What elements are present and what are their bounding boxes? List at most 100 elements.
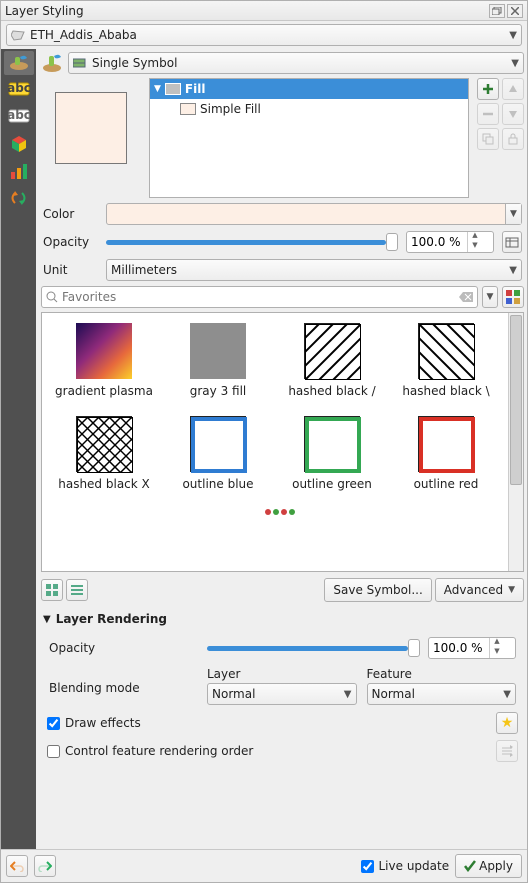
feature-blend-label: Feature: [367, 667, 517, 681]
layer-selector[interactable]: ETH_Addis_Ababa ▼: [6, 24, 522, 46]
save-symbol-button[interactable]: Save Symbol...: [324, 578, 431, 602]
tab-history[interactable]: [4, 186, 34, 210]
unit-selector[interactable]: Millimeters ▼: [106, 259, 522, 281]
icon-view-button[interactable]: [41, 579, 63, 601]
render-opacity-slider[interactable]: [207, 638, 420, 658]
remove-symbol-layer-button[interactable]: [477, 103, 499, 125]
style-item[interactable]: outline green: [282, 416, 382, 491]
symbol-type-row: Single Symbol ▼: [41, 52, 524, 74]
tree-simple-fill-label: Simple Fill: [200, 102, 261, 116]
style-item[interactable]: hashed black /: [282, 323, 382, 398]
symbol-type-selector[interactable]: Single Symbol ▼: [68, 52, 524, 74]
add-symbol-layer-button[interactable]: [477, 78, 499, 100]
effects-button[interactable]: ★: [496, 712, 518, 734]
style-name: hashed black /: [288, 385, 375, 398]
move-up-button[interactable]: [502, 78, 524, 100]
chevron-down-icon: ▼: [509, 265, 517, 276]
feature-blend-selector[interactable]: Normal ▼: [367, 683, 517, 705]
list-view-button[interactable]: [66, 579, 88, 601]
style-name: outline red: [414, 478, 479, 491]
layer-styling-panel: Layer Styling ETH_Addis_Ababa ▼ abc abc: [0, 0, 528, 883]
style-item[interactable]: outline red: [396, 416, 496, 491]
layer-blend-selector[interactable]: Normal ▼: [207, 683, 357, 705]
tree-simple-fill[interactable]: Simple Fill: [150, 99, 468, 119]
preview-swatch: [55, 92, 127, 164]
control-order-checkbox[interactable]: [47, 745, 60, 758]
style-item[interactable]: outline blue: [168, 416, 268, 491]
footer: Live update Apply: [1, 849, 527, 882]
layer-rendering-header[interactable]: ▼ Layer Rendering: [41, 608, 524, 630]
tab-diagrams[interactable]: [4, 159, 34, 183]
draw-effects-checkbox[interactable]: [47, 717, 60, 730]
style-scrollbar[interactable]: [508, 313, 523, 571]
tab-3d[interactable]: [4, 132, 34, 156]
live-update-checkbox[interactable]: [361, 860, 374, 873]
style-item[interactable]: hashed black X: [54, 416, 154, 491]
chevron-down-icon: ▼: [503, 689, 511, 700]
style-list: gradient plasmagray 3 fill hashed black /…: [41, 312, 524, 572]
style-item[interactable]: gray 3 fill: [168, 323, 268, 398]
tab-symbology[interactable]: [4, 51, 34, 75]
single-symbol-icon: [73, 57, 87, 69]
section-title: Layer Rendering: [56, 612, 167, 626]
chevron-down-icon: ▼: [344, 689, 352, 700]
chevron-down-icon: ▼: [511, 58, 519, 69]
opacity-label: Opacity: [43, 235, 98, 249]
restore-icon[interactable]: [489, 4, 505, 18]
search-mode-button[interactable]: ▼: [482, 286, 498, 308]
render-opacity-value[interactable]: [429, 641, 489, 655]
unit-row: Unit Millimeters ▼: [41, 258, 524, 282]
style-swatch: [418, 323, 474, 379]
check-icon: [464, 860, 476, 872]
style-list-footer: Save Symbol... Advanced▼: [41, 576, 524, 604]
collapse-icon: ▼: [43, 614, 51, 625]
style-name: hashed black \: [402, 385, 489, 398]
move-down-button[interactable]: [502, 103, 524, 125]
style-item[interactable]: hashed black \: [396, 323, 496, 398]
render-opacity-row: Opacity ▲▼: [47, 636, 518, 660]
style-manager-button[interactable]: [502, 286, 524, 308]
style-swatch: [76, 323, 132, 379]
control-order-row: Control feature rendering order: [47, 740, 518, 762]
apply-button[interactable]: Apply: [455, 854, 522, 878]
style-item[interactable]: gradient plasma: [54, 323, 154, 398]
more-styles-indicator: [255, 509, 295, 515]
chevron-down-icon[interactable]: ▼: [505, 204, 521, 224]
polygon-layer-icon: [11, 29, 25, 41]
clear-search-icon[interactable]: [459, 292, 473, 302]
close-icon[interactable]: [507, 4, 523, 18]
draw-effects-row: Draw effects ★: [47, 712, 518, 734]
sidebar: abc abc: [1, 49, 36, 849]
search-input[interactable]: [62, 290, 455, 304]
symbol-preview: [46, 83, 136, 173]
opacity-row: Opacity ▲▼: [41, 230, 524, 254]
feature-blend-value: Normal: [372, 687, 415, 701]
color-value: [107, 204, 505, 224]
titlebar: Layer Styling: [1, 1, 527, 21]
advanced-button[interactable]: Advanced▼: [435, 578, 524, 602]
chevron-down-icon: ▼: [509, 30, 517, 41]
render-opacity-spinbox[interactable]: ▲▼: [428, 637, 516, 659]
style-swatch: [190, 323, 246, 379]
redo-button[interactable]: [34, 855, 56, 877]
tree-fill-root[interactable]: ▼ Fill: [150, 79, 468, 99]
opacity-spinbox[interactable]: ▲▼: [406, 231, 494, 253]
style-grid[interactable]: gradient plasmagray 3 fill hashed black /…: [42, 313, 508, 571]
opacity-value[interactable]: [407, 235, 467, 249]
opacity-slider[interactable]: [106, 232, 398, 252]
fill-swatch-icon: [180, 103, 196, 115]
search-icon: [46, 291, 58, 303]
duplicate-button[interactable]: [477, 128, 499, 150]
tab-masks[interactable]: abc: [4, 105, 34, 129]
lock-button[interactable]: [502, 128, 524, 150]
symbol-layer-buttons: [477, 78, 524, 198]
data-defined-button[interactable]: [502, 231, 522, 253]
style-search[interactable]: [41, 286, 478, 308]
body: abc abc Single Symbol: [1, 49, 527, 849]
color-picker[interactable]: ▼: [106, 203, 522, 225]
undo-button[interactable]: [6, 855, 28, 877]
symbol-layers-tree[interactable]: ▼ Fill Simple Fill: [149, 78, 469, 198]
tab-labels[interactable]: abc: [4, 78, 34, 102]
collapse-icon[interactable]: ▼: [154, 84, 161, 94]
order-config-button[interactable]: [496, 740, 518, 762]
